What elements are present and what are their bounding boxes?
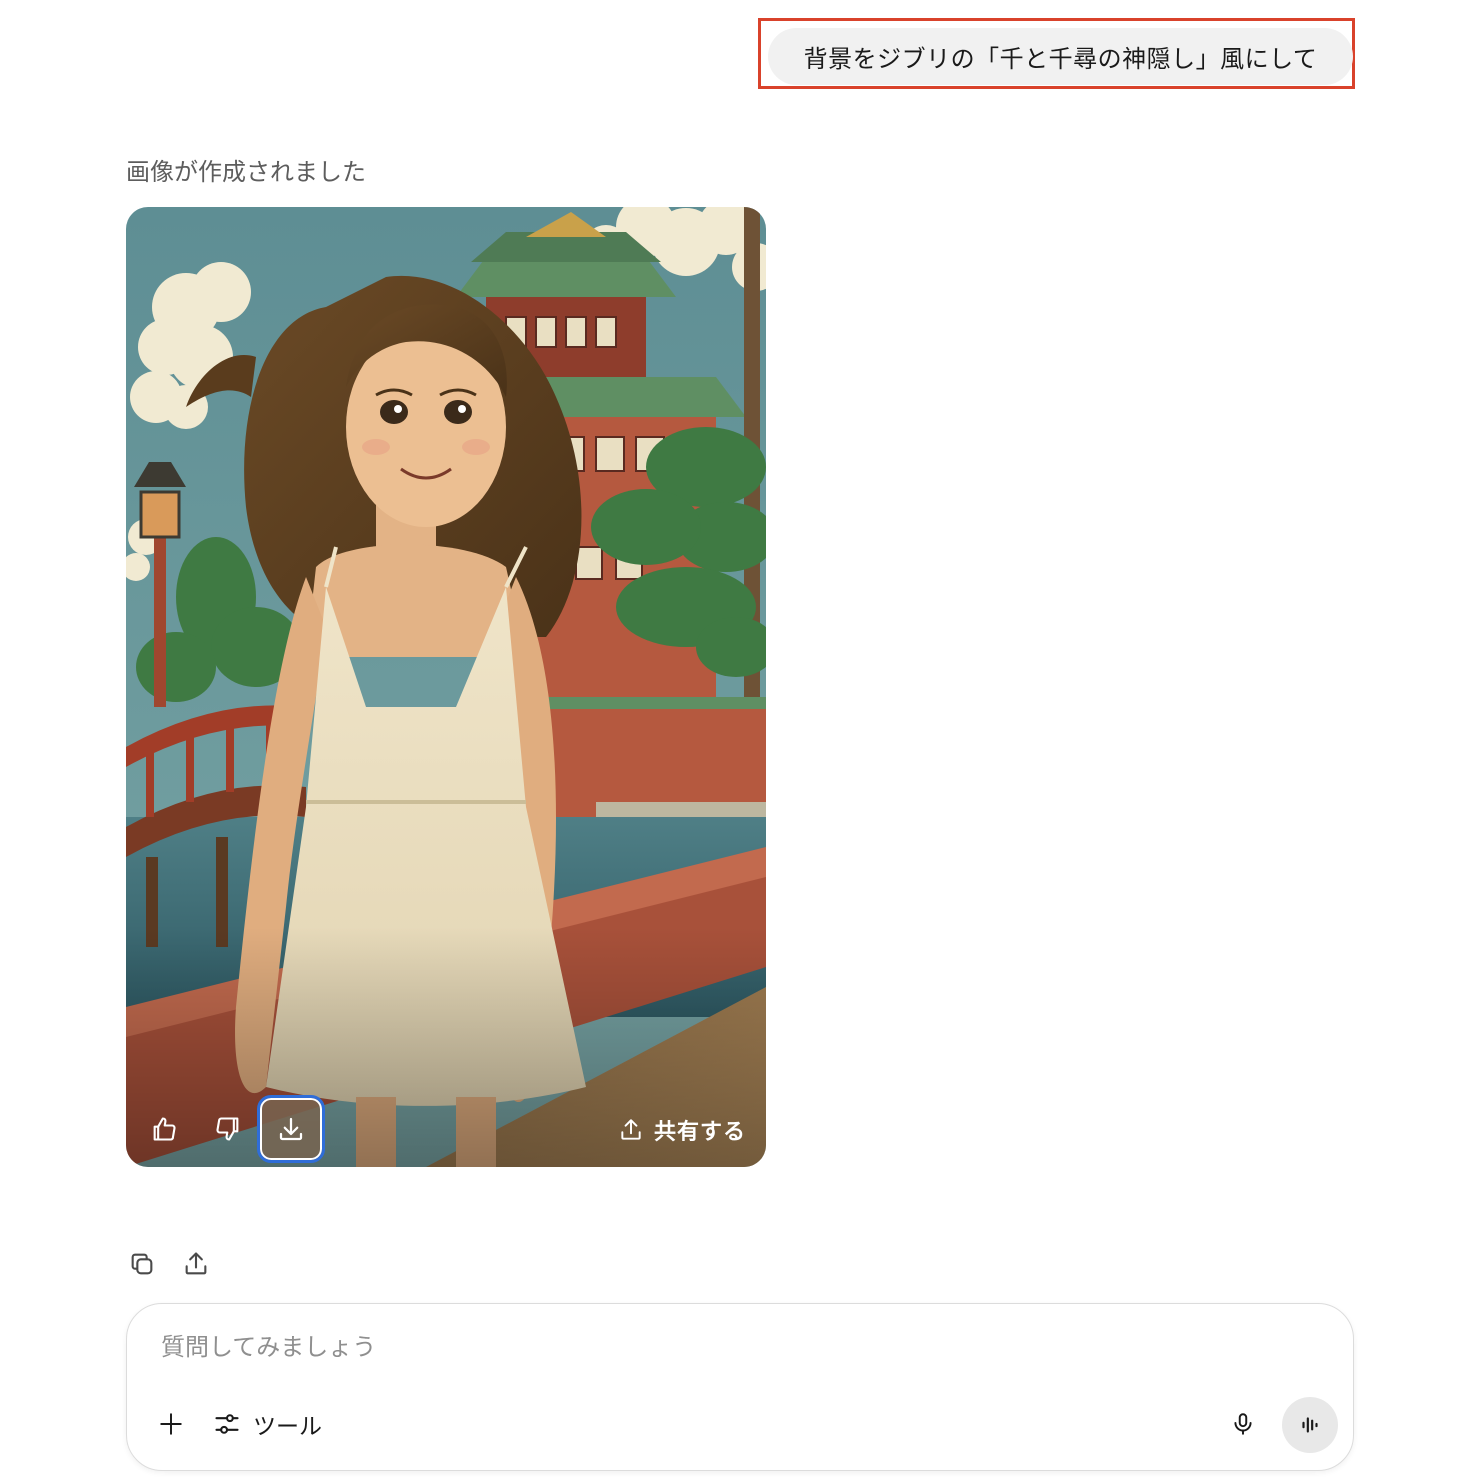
add-attachment-button[interactable] xyxy=(153,1406,189,1442)
copy-button[interactable] xyxy=(126,1248,158,1280)
thumbs-down-icon xyxy=(216,1117,239,1141)
user-message-bubble: 背景をジブリの「千と千尋の神隠し」風にして xyxy=(768,28,1353,85)
share-icon xyxy=(185,1252,207,1275)
sliders-icon xyxy=(215,1414,239,1434)
prompt-input[interactable] xyxy=(159,1332,1163,1362)
plus-icon xyxy=(160,1413,182,1435)
thumbs-down-button[interactable] xyxy=(206,1107,250,1151)
share-icon xyxy=(621,1119,641,1140)
thumbs-up-button[interactable] xyxy=(142,1107,186,1151)
share-message-button[interactable] xyxy=(180,1248,212,1280)
message-actions xyxy=(126,1248,212,1280)
voice-mode-button[interactable] xyxy=(1282,1397,1338,1453)
voice-mode-icon xyxy=(1302,1417,1318,1433)
chat-composer: ツール xyxy=(126,1303,1354,1471)
image-created-status: 画像が作成されました xyxy=(126,158,366,186)
tools-button[interactable]: ツール xyxy=(213,1406,322,1442)
dictate-button[interactable] xyxy=(1225,1406,1261,1442)
share-image-button[interactable]: 共有する xyxy=(618,1110,746,1150)
tools-label: ツール xyxy=(253,1414,322,1440)
download-icon xyxy=(279,1117,303,1141)
ghibli-style-illustration xyxy=(126,207,766,1167)
thumbs-up-icon xyxy=(153,1117,176,1141)
download-button[interactable] xyxy=(257,1095,325,1163)
microphone-icon xyxy=(1234,1413,1252,1435)
generated-image[interactable]: 共有する xyxy=(126,207,766,1167)
user-message-text: 背景をジブリの「千と千尋の神隠し」風にして xyxy=(803,45,1318,73)
share-label: 共有する xyxy=(653,1120,746,1145)
copy-icon xyxy=(131,1253,153,1275)
